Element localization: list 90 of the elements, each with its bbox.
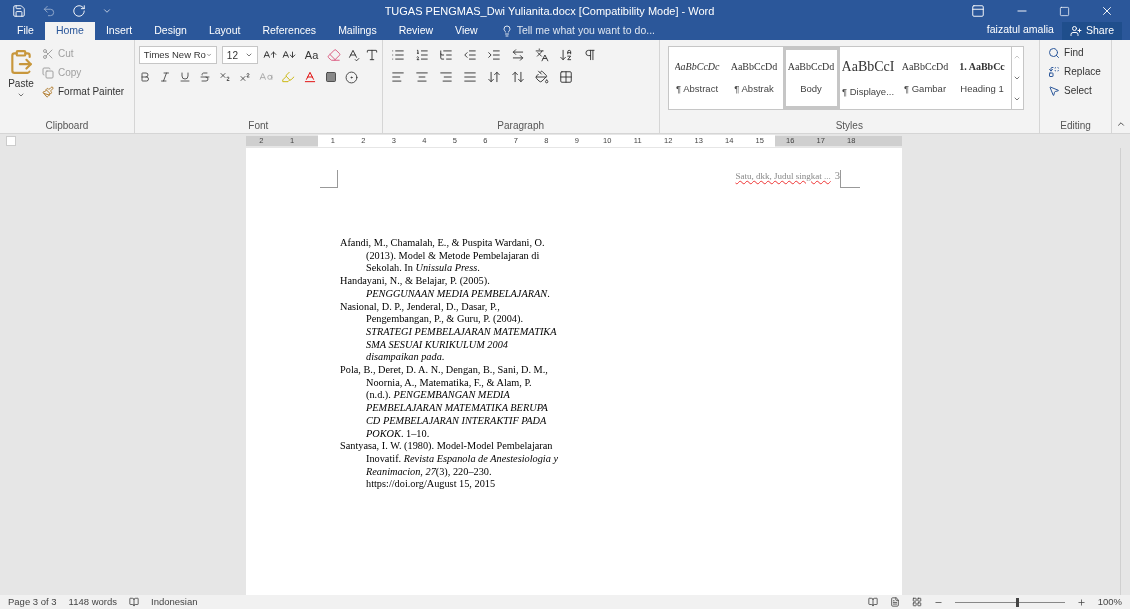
paintbrush-icon [42,85,54,98]
ribbon-display-icon[interactable] [971,4,985,18]
ribbon-tab[interactable]: Review [387,22,445,40]
reference-entry: Pola, B., Deret, D. A. N., Dengan, B., Sani, D. M., Noornia, A., Matematika, F., & Alam, P. (n.d.). PENGEMBANGAN MEDIA PEMBELAJARAN MATEMATIKA BERUPA CD PEMBELAJARAN INTERAKTIF PADA POKOK. 1–10. [340,364,549,441]
ribbon-tab[interactable]: Insert [94,22,144,40]
ribbon-tab[interactable]: Mailings [327,22,388,40]
paste-button[interactable]: Paste [4,44,38,117]
borders-icon[interactable] [558,70,573,84]
caret-icon [205,51,212,59]
clipboard-icon [8,48,34,76]
text-direction-icon[interactable] [510,48,525,62]
decrease-indent-icon[interactable] [462,48,477,62]
scroll-down-icon[interactable] [1013,74,1021,82]
select-button[interactable]: Select [1048,83,1101,98]
caret-icon [244,51,253,59]
numbering-icon[interactable] [414,48,429,62]
sort-icon[interactable] [558,48,573,62]
ribbon-tab[interactable]: Design [143,22,198,40]
zoom-thumb[interactable] [1016,597,1020,607]
group-label: Clipboard [45,118,89,133]
tell-me-field[interactable]: Tell me what you want to do... [516,23,737,39]
proofing-icon[interactable] [129,597,140,607]
multilevel-list-icon[interactable] [438,48,453,62]
pilcrow-icon[interactable] [582,48,597,62]
collapse-ribbon-icon[interactable] [1116,119,1126,129]
justify-icon[interactable] [462,70,477,84]
reference-entry: Handayani, N., & Belajar, P. (2005). PENGGUNAAN MEDIA PEMBELAJARAN. [340,275,551,301]
copy-icon [42,66,54,79]
page-number: 3 [834,169,840,183]
replace-button[interactable]: Replace [1048,64,1101,79]
lightbulb-icon [500,25,513,37]
group-label: Editing [1060,118,1091,133]
change-case-button[interactable]: Aa [300,46,323,64]
bold-icon[interactable] [138,71,151,83]
page-count[interactable]: Page 3 of 3 [8,594,57,609]
font-name-field[interactable]: Times New Ro [138,46,217,64]
customize-icon[interactable] [102,6,112,16]
ribbon-tab[interactable]: File [6,22,45,40]
font-size-field[interactable]: 12 [221,46,258,64]
group-label: Styles [835,118,863,133]
zoom-in-icon[interactable] [1076,597,1086,607]
group-label: Font [248,118,269,133]
italic-icon[interactable] [158,71,171,83]
reference-entry: Nasional, D. P., Jenderal, D., Dasar, P., Pengembangan, P., & Guru, P. (2004). STRATEGI PEMBELAJARAN MATEMATIKA SMA SESUAI KURIKULUM 2004 disampaikan pada. [340,300,558,365]
ribbon-tab[interactable]: Layout [197,22,252,40]
cursor-icon [1048,84,1061,97]
language[interactable]: Indonesian [151,594,198,609]
align-left-icon[interactable] [390,70,405,84]
scissors-icon [42,47,54,60]
style-option[interactable]: AaBbCcDd Body [782,47,840,109]
redo-icon[interactable] [72,4,86,18]
read-mode-icon[interactable] [867,597,878,607]
restore-icon[interactable] [1059,5,1070,17]
strikethrough-icon[interactable] [198,71,211,83]
line-spacing-icon[interactable] [510,70,525,84]
word-count[interactable]: 1148 words [68,594,118,609]
align-center-icon[interactable] [414,70,429,84]
print-layout-icon[interactable] [889,597,900,607]
search-icon [1048,46,1061,59]
save-icon[interactable] [12,4,26,18]
caret-icon [17,91,25,99]
ribbon-tab[interactable]: References [251,22,328,40]
ribbon-tab[interactable]: Home [44,22,95,40]
margin-corner-mark [840,170,860,188]
paint-bucket-icon[interactable] [534,70,549,84]
shading-icon[interactable] [324,71,337,83]
font-color-icon[interactable] [302,70,317,84]
close-icon[interactable] [1100,4,1114,18]
web-layout-icon[interactable] [911,597,922,607]
group-label: Paragraph [497,118,545,133]
user-name[interactable]: faizatul amalia [986,22,1054,40]
margin-corner-mark [320,170,338,188]
window-title: TUGAS PENGMAS_Dwi Yulianita.docx [Compatibility Mode] - Word [384,4,715,17]
reference-entry: Afandi, M., Chamalah, E., & Puspita Wardani, O. (2013). Model & Metode Pembelajaran di Sekolah. In Unissula Press. [340,237,546,276]
bullets-icon[interactable] [390,48,405,62]
spell-check-icon[interactable] [346,48,361,62]
ribbon-tab[interactable]: View [444,22,489,40]
zoom-level[interactable]: 100% [1097,594,1122,609]
reference-entry: Santyasa, I. W. (1980). Model-Model Pembelajaran Inovatif. Revista Espanola de Anestesiologia y Reanimacion, 27(3), 220–230. https://doi.org/August 15, 2015 [340,440,559,492]
find-button[interactable]: Find [1048,45,1101,60]
align-right-icon[interactable] [438,70,453,84]
replace-icon [1048,65,1061,78]
share-button[interactable]: Share [1061,22,1122,40]
subscript-icon[interactable] [218,71,231,83]
underline-icon[interactable] [178,71,191,83]
header-text: Satu, dkk, Judul singkat ... [735,170,831,183]
person-plus-icon [1069,25,1082,37]
superscript-icon[interactable] [238,71,251,83]
increase-indent-icon[interactable] [486,48,501,62]
format-painter-button[interactable]: Format Painter [42,84,125,99]
